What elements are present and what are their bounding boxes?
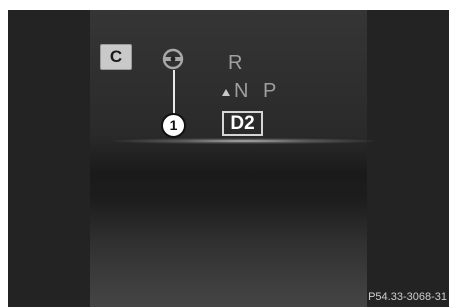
gear-reverse: R	[228, 52, 243, 74]
drive-mode-badge: C	[100, 44, 132, 70]
up-arrow-icon	[222, 89, 230, 96]
callout-marker: 1	[161, 113, 186, 138]
figure-reference-code: P54.33-3068-31	[368, 291, 447, 303]
instrument-display: C 1 R N P D2 P54.33-3068-31	[8, 10, 449, 307]
active-gear-indicator: D2	[222, 111, 263, 136]
gear-park: P	[263, 80, 277, 102]
divider-line	[114, 138, 374, 144]
steering-wheel-icon	[162, 48, 184, 70]
figure-frame: C 1 R N P D2 P54.33-3068-31	[0, 0, 457, 307]
callout-line	[173, 70, 175, 114]
gear-neutral: N	[234, 80, 249, 102]
